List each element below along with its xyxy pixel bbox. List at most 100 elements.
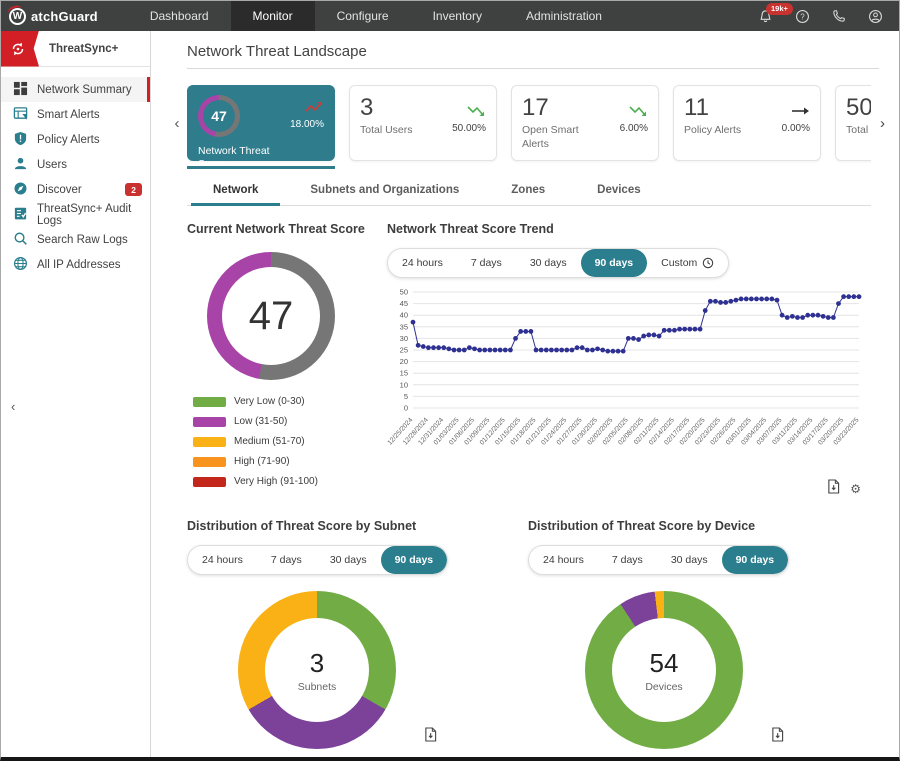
phone-icon[interactable] (832, 9, 846, 23)
sidebar-item-label: Users (37, 159, 67, 171)
svg-text:50: 50 (400, 288, 408, 297)
current-threat-score-section: Current Network Threat Score 47 Very Low… (187, 222, 387, 499)
threat-score-trend-section: Network Threat Score Trend 24 hours 7 da… (387, 222, 871, 499)
legend-item: Very Low (0-30) (193, 396, 387, 407)
gauge-value: 47 (222, 267, 320, 365)
legend-item: Medium (51-70) (193, 436, 387, 447)
range-24-hours[interactable]: 24 hours (188, 546, 257, 574)
account-icon[interactable] (868, 9, 883, 24)
carousel-prev-icon[interactable]: ‹ (167, 115, 187, 132)
carousel-next-icon[interactable]: › (880, 115, 885, 132)
user-icon (13, 156, 28, 174)
gauge-legend: Very Low (0-30) Low (31-50) Medium (51-7… (193, 396, 387, 487)
card-delta: 50.00% (452, 123, 486, 134)
nav-configure[interactable]: Configure (315, 1, 411, 31)
legend-swatch (193, 417, 226, 427)
help-icon[interactable]: ? (795, 9, 810, 24)
watchguard-logo[interactable]: W atchGuard (1, 1, 112, 31)
svg-text:20: 20 (400, 357, 408, 366)
card-total-devices[interactable]: 500 Total Devices (835, 85, 871, 161)
sidebar-item-users[interactable]: Users (1, 152, 150, 177)
sidebar-item-audit-logs[interactable]: ThreatSync+ Audit Logs (1, 202, 150, 227)
range-30-days[interactable]: 30 days (657, 546, 722, 574)
nav-inventory[interactable]: Inventory (411, 1, 504, 31)
range-90-days[interactable]: 90 days (581, 249, 648, 277)
card-label: Network Threat Score (198, 145, 278, 165)
export-icon[interactable] (424, 727, 437, 747)
smart-alerts-icon (13, 106, 28, 124)
search-icon (13, 231, 28, 249)
nav-monitor[interactable]: Monitor (231, 1, 315, 31)
sidebar-item-label: Discover (37, 184, 82, 196)
watchguard-w-icon: W (9, 8, 26, 25)
subnet-distribution-section: Distribution of Threat Score by Subnet 2… (187, 519, 528, 757)
card-network-threat-score[interactable]: 47 Network Threat Score 18.00% (187, 85, 335, 161)
range-7-days[interactable]: 7 days (598, 546, 657, 574)
main-content: Network Threat Landscape ‹ 47 Network Th… (151, 31, 899, 757)
summary-cards-carousel: ‹ 47 Network Threat Score 18.00% 3 (167, 77, 871, 169)
donut-center-value: 3 (310, 648, 324, 679)
svg-text:10: 10 (400, 380, 408, 389)
range-custom[interactable]: Custom (647, 249, 728, 277)
trend-up-icon (305, 101, 324, 113)
sidebar-item-network-summary[interactable]: Network Summary (1, 77, 150, 102)
donut-center-label: Devices (645, 681, 682, 693)
sidebar-item-discover[interactable]: Discover 2 (1, 177, 150, 202)
trend-range-group: 24 hours 7 days 30 days 90 days Custom (387, 248, 729, 278)
page-title: Network Threat Landscape (187, 31, 871, 60)
svg-text:35: 35 (400, 322, 408, 331)
card-open-smart-alerts[interactable]: 17 Open Smart Alerts 6.00% (511, 85, 659, 161)
notification-badge: 19k+ (766, 3, 793, 15)
grid-icon (13, 81, 28, 99)
range-30-days[interactable]: 30 days (516, 249, 581, 277)
range-7-days[interactable]: 7 days (257, 546, 316, 574)
trend-title: Network Threat Score Trend (387, 222, 871, 236)
selected-card-indicator (187, 166, 335, 169)
card-delta: 18.00% (290, 119, 324, 130)
donut-center-label: Subnets (298, 681, 337, 693)
bell-icon[interactable]: 19k+ (758, 9, 773, 24)
device-dist-title: Distribution of Threat Score by Device (528, 519, 894, 533)
tab-subnets-and-organizations[interactable]: Subnets and Organizations (284, 175, 485, 205)
range-24-hours[interactable]: 24 hours (529, 546, 598, 574)
range-7-days[interactable]: 7 days (457, 249, 516, 277)
sidebar-item-label: Smart Alerts (37, 109, 100, 121)
view-tabs: Network Subnets and Organizations Zones … (187, 175, 871, 206)
tab-zones[interactable]: Zones (485, 175, 571, 205)
legend-item: High (71-90) (193, 456, 387, 467)
brand-text: atchGuard (31, 9, 98, 24)
range-24-hours[interactable]: 24 hours (388, 249, 457, 277)
top-navbar: W atchGuard Dashboard Monitor Configure … (1, 1, 899, 31)
tab-devices[interactable]: Devices (571, 175, 666, 205)
card-value: 500 (846, 95, 871, 121)
sidebar-collapse-icon[interactable]: ‹ (11, 399, 15, 414)
card-total-users[interactable]: 3 Total Users 50.00% (349, 85, 497, 161)
sidebar: ThreatSync+ Network Summary Smart Alerts… (1, 31, 151, 757)
subnet-range-group: 24 hours 7 days 30 days 90 days (187, 545, 448, 575)
range-30-days[interactable]: 30 days (316, 546, 381, 574)
device-distribution-section: Distribution of Threat Score by Device 2… (528, 519, 894, 757)
sidebar-item-label: Policy Alerts (37, 134, 100, 146)
legend-swatch (193, 397, 226, 407)
sidebar-item-policy-alerts[interactable]: Policy Alerts (1, 127, 150, 152)
range-90-days[interactable]: 90 days (722, 546, 789, 574)
sidebar-item-all-ip-addresses[interactable]: All IP Addresses (1, 252, 150, 277)
donut-center-value: 54 (650, 648, 679, 679)
card-policy-alerts[interactable]: 11 Policy Alerts 0.00% (673, 85, 821, 161)
svg-text:45: 45 (400, 299, 408, 308)
export-icon[interactable] (827, 479, 840, 499)
nav-administration[interactable]: Administration (504, 1, 624, 31)
sidebar-item-smart-alerts[interactable]: Smart Alerts (1, 102, 150, 127)
sidebar-item-label: Search Raw Logs (37, 234, 128, 246)
tab-network[interactable]: Network (187, 175, 284, 205)
card-label: Total Devices (846, 124, 871, 137)
gear-icon[interactable]: ⚙ (850, 483, 861, 495)
legend-swatch (193, 457, 226, 467)
range-90-days[interactable]: 90 days (381, 546, 448, 574)
card-delta: 0.00% (782, 123, 810, 134)
sidebar-item-search-raw-logs[interactable]: Search Raw Logs (1, 227, 150, 252)
legend-swatch (193, 477, 226, 487)
subnet-dist-title: Distribution of Threat Score by Subnet (187, 519, 528, 533)
export-icon[interactable] (771, 727, 784, 747)
nav-dashboard[interactable]: Dashboard (128, 1, 231, 31)
